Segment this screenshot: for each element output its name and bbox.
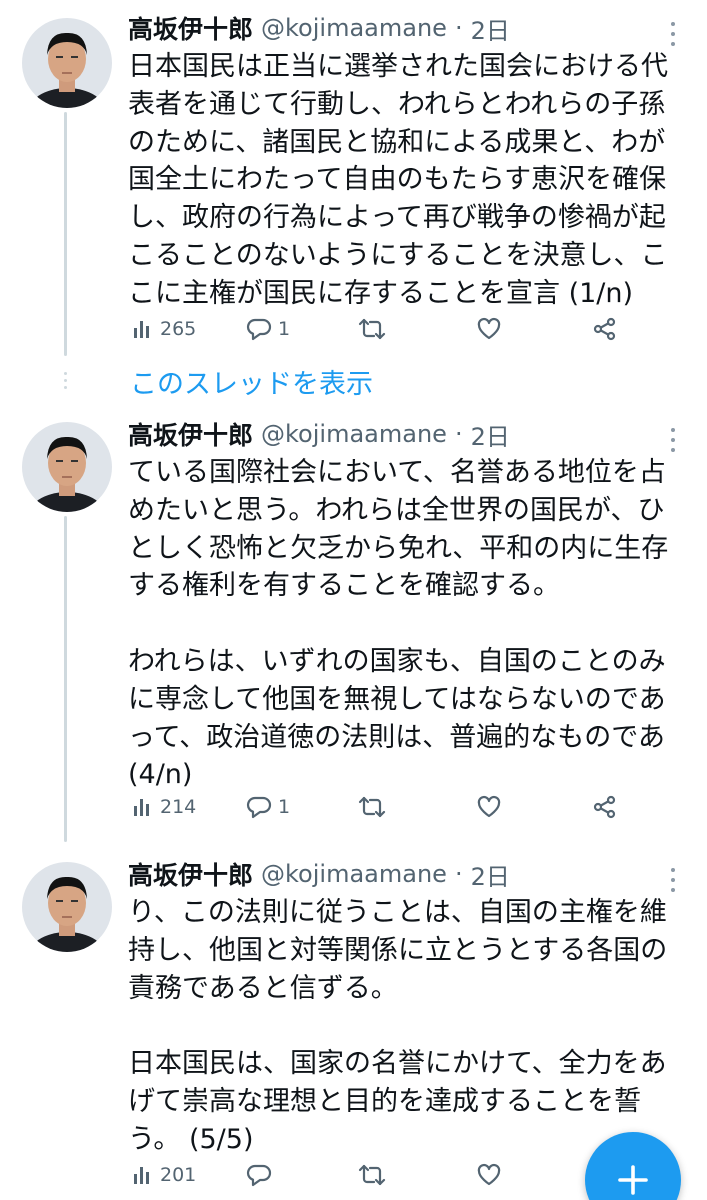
- retweet-button[interactable]: [358, 312, 386, 346]
- tweet-text-line: (4/n): [128, 759, 193, 791]
- tweet-text-line: 表者を通じて行動し、われらとわれらの子孫: [128, 88, 666, 120]
- tweet-actions: 214 1: [132, 790, 622, 824]
- tweet-text: 日本国民は正当に選挙された国会における代 表者を通じて行動し、われらとわれらの子…: [128, 48, 688, 313]
- tweet-text-line: 日本国民は正当に選挙された国会における代: [128, 51, 668, 82]
- tweet-text-line: って、政治道徳の法則は、普遍的なものであ: [128, 721, 666, 753]
- plus-icon: [618, 1165, 648, 1195]
- show-thread-link[interactable]: このスレッドを表示: [130, 362, 373, 401]
- views-count: 214: [160, 796, 197, 818]
- reply-button[interactable]: [246, 1158, 278, 1192]
- views-chart-icon: [134, 1167, 149, 1184]
- reply-count: 1: [278, 318, 291, 340]
- tweet-text-line: し、政府の行為によって再び戦争の惨禍が起: [128, 202, 666, 234]
- more-vertical-icon[interactable]: [671, 22, 677, 46]
- reply-button[interactable]: 1: [246, 790, 290, 824]
- tweet-text-line: り、この法則に従うことは、自国の主権を維: [128, 897, 667, 928]
- tweet-text-line: ている国際社会において、名誉ある地位を占: [128, 457, 666, 488]
- reply-bubble-icon: [246, 318, 272, 341]
- reply-button[interactable]: 1: [246, 312, 290, 346]
- retweet-button[interactable]: [358, 790, 386, 824]
- tweet-text-line: こに主権が国民に存することを宣言 (1/n): [128, 277, 634, 309]
- tweet-text-line: われらは、いずれの国家も、自国のことのみ: [128, 645, 666, 677]
- tweet-text-blank-line: [128, 605, 688, 643]
- reply-count: 1: [278, 796, 291, 818]
- avatar[interactable]: [22, 18, 112, 108]
- heart-icon: [477, 1163, 501, 1186]
- tweet-text-line: 責務であると信ずる。: [128, 972, 398, 1004]
- tweet-actions: 265 1: [132, 312, 622, 346]
- separator-dot: ·: [454, 14, 463, 42]
- author-handle[interactable]: @kojimaamane: [261, 860, 447, 888]
- more-vertical-icon[interactable]: [671, 868, 677, 892]
- tweet-text-line: のために、諸国民と協和による成果と、わが: [128, 126, 666, 158]
- tweet-header: 高坂伊十郎 @kojimaamane · 2日: [128, 8, 510, 48]
- avatar[interactable]: [22, 862, 112, 952]
- tweet-text-blank-line: [128, 1007, 688, 1045]
- timestamp[interactable]: 2日: [471, 417, 510, 452]
- timestamp[interactable]: 2日: [471, 11, 510, 46]
- retweet-icon: [358, 1164, 386, 1186]
- thread-gap-dots: [64, 372, 67, 392]
- tweet-text-line: げて崇高な理想と目的を達成することを誓: [128, 1085, 641, 1117]
- share-button[interactable]: [592, 312, 618, 346]
- heart-icon: [477, 317, 501, 340]
- tweet-actions: 201: [132, 1158, 622, 1192]
- tweet-text: り、この法則に従うことは、自国の主権を維 持し、他国と対等関係に立とうとする各国…: [128, 894, 688, 1159]
- heart-icon: [477, 795, 501, 818]
- tweet-text-line: めたいと思う。われらは全世界の国民が、ひ: [128, 494, 665, 526]
- author-name[interactable]: 高坂伊十郎: [128, 10, 253, 46]
- share-icon: [593, 795, 616, 819]
- views-button[interactable]: 214: [132, 790, 196, 824]
- retweet-button[interactable]: [358, 1158, 386, 1192]
- tweet-header: 高坂伊十郎 @kojimaamane · 2日: [128, 414, 510, 454]
- tweet-text: ている国際社会において、名誉ある地位を占 めたいと思う。われらは全世界の国民が、…: [128, 454, 688, 794]
- author-name[interactable]: 高坂伊十郎: [128, 416, 253, 452]
- separator-dot: ·: [454, 860, 463, 888]
- share-icon: [593, 317, 616, 341]
- timestamp[interactable]: 2日: [471, 857, 510, 892]
- tweet-text-line: に専念して他国を無視してはならないのであ: [128, 683, 666, 715]
- avatar[interactable]: [22, 422, 112, 512]
- more-vertical-icon[interactable]: [671, 428, 677, 452]
- tweet-text-line: こることのないようにすることを決意し、こ: [128, 239, 668, 271]
- tweet-text-line: 日本国民は、国家の名誉にかけて、全力をあ: [128, 1048, 667, 1080]
- views-button[interactable]: 265: [132, 312, 196, 346]
- tweet-text-line: 持し、他国と対等関係に立とうとする各国の: [128, 934, 668, 966]
- author-handle[interactable]: @kojimaamane: [261, 420, 447, 448]
- like-button[interactable]: [476, 1158, 502, 1192]
- views-button[interactable]: 201: [132, 1158, 196, 1192]
- views-chart-icon: [134, 321, 149, 338]
- author-name[interactable]: 高坂伊十郎: [128, 856, 253, 892]
- tweet[interactable]: 高坂伊十郎 @kojimaamane · 2日 日本国民は正当に選挙された国会に…: [0, 8, 707, 348]
- views-count: 265: [160, 318, 197, 340]
- like-button[interactable]: [476, 312, 502, 346]
- tweet-text-line: としく恐怖と欠乏から免れ、平和の内に生存: [128, 532, 669, 564]
- author-handle[interactable]: @kojimaamane: [261, 14, 447, 42]
- separator-dot: ·: [454, 420, 463, 448]
- tweet-text-line: 国全土にわたって自由のもたらす恵沢を確保: [128, 164, 667, 196]
- tweet-text-line: する権利を有することを確認する。: [128, 570, 560, 602]
- retweet-icon: [358, 796, 386, 818]
- tweet-header: 高坂伊十郎 @kojimaamane · 2日: [128, 854, 510, 894]
- views-count: 201: [160, 1164, 197, 1186]
- retweet-icon: [358, 318, 386, 340]
- share-button[interactable]: [592, 790, 618, 824]
- reply-bubble-icon: [246, 1164, 272, 1187]
- views-chart-icon: [134, 799, 149, 816]
- tweet[interactable]: 高坂伊十郎 @kojimaamane · 2日 ている国際社会において、名誉ある…: [0, 414, 707, 834]
- reply-bubble-icon: [246, 796, 272, 819]
- like-button[interactable]: [476, 790, 502, 824]
